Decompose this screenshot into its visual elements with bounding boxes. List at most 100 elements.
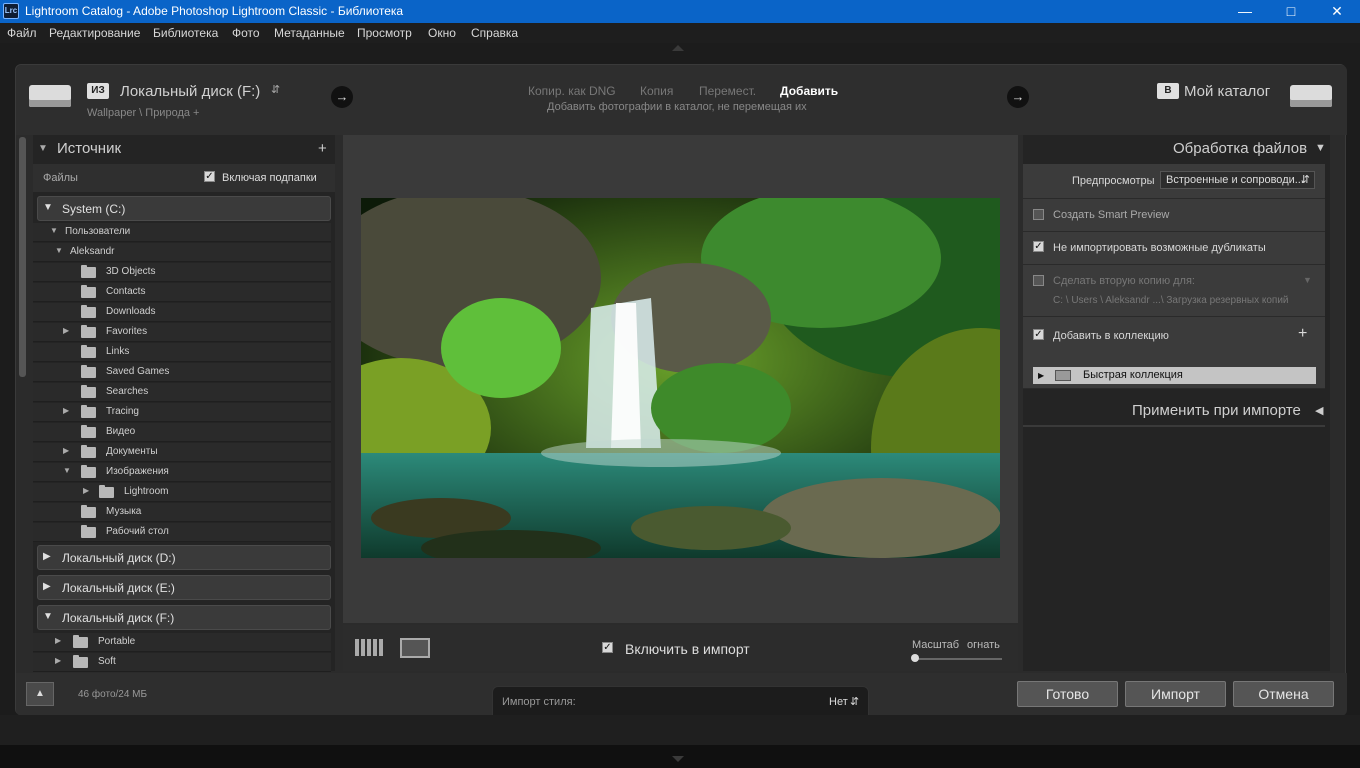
menu-window[interactable]: Окно xyxy=(428,26,456,40)
menu-view[interactable]: Просмотр xyxy=(357,26,412,40)
add-collection-label: Добавить в коллекцию xyxy=(1053,330,1169,342)
add-source-icon[interactable]: + xyxy=(318,140,327,157)
quick-collection-label: Быстрая коллекция xyxy=(1083,369,1183,381)
maximize-button[interactable]: □ xyxy=(1268,0,1314,23)
import-button[interactable]: Импорт xyxy=(1125,681,1226,707)
folder-3d-objects[interactable]: 3D Objects xyxy=(33,263,331,282)
source-select-arrows-icon[interactable]: ⇵ xyxy=(271,83,280,96)
folder-searches[interactable]: Searches xyxy=(33,383,331,402)
folder-lightroom[interactable]: ▶ Lightroom xyxy=(33,483,331,502)
mode-add[interactable]: Добавить xyxy=(780,84,838,98)
folder-icon xyxy=(81,365,96,378)
grid-view-icon[interactable] xyxy=(355,639,385,656)
select-arrows-icon[interactable]: ⇵ xyxy=(850,695,859,708)
folder-label: Searches xyxy=(106,386,149,397)
folder-contacts[interactable]: Contacts xyxy=(33,283,331,302)
folder-desktop[interactable]: Рабочий стол xyxy=(33,523,331,542)
minimize-button[interactable]: — xyxy=(1222,0,1268,23)
menu-metadata[interactable]: Метаданные xyxy=(274,26,345,40)
add-collection-plus-icon[interactable]: + xyxy=(1298,325,1307,343)
source-path[interactable]: Wallpaper \ Природа + xyxy=(87,107,199,119)
previews-row: Предпросмотры Встроенные и сопроводи... ⇵ xyxy=(1023,164,1325,199)
second-copy-label: Сделать вторую копию для: xyxy=(1053,275,1195,287)
loupe-view-icon[interactable] xyxy=(400,638,430,658)
destination-label[interactable]: Мой каталог xyxy=(1184,83,1270,100)
expanded-triangle-icon[interactable]: ▼ xyxy=(63,466,71,475)
second-copy-checkbox[interactable] xyxy=(1033,275,1044,286)
smart-preview-row: Создать Smart Preview xyxy=(1023,199,1325,232)
quick-collection-item[interactable]: ▶ Быстрая коллекция xyxy=(1033,367,1316,384)
dropdown-arrow-icon[interactable]: ▼ xyxy=(1303,275,1312,285)
collapsed-triangle-icon[interactable]: ◀ xyxy=(1315,404,1323,417)
file-handling-title: Обработка файлов xyxy=(1173,140,1308,157)
menu-help[interactable]: Справка xyxy=(471,26,518,40)
zoom-slider[interactable] xyxy=(912,658,1002,660)
folder-saved-games[interactable]: Saved Games xyxy=(33,363,331,382)
previews-select[interactable]: Встроенные и сопроводи... ⇵ xyxy=(1160,171,1315,189)
expand-triangle-icon[interactable]: ▶ xyxy=(63,406,69,415)
volume-d[interactable]: ▶ Локальный диск (D:) xyxy=(37,545,331,570)
expand-triangle-icon[interactable]: ▶ xyxy=(55,636,61,645)
menu-edit[interactable]: Редактирование xyxy=(49,26,140,40)
previews-label: Предпросмотры xyxy=(1072,175,1155,187)
import-preset-bar: Импорт стиля: Нет ⇵ xyxy=(492,686,869,716)
zoom-slider-thumb[interactable] xyxy=(911,654,919,662)
folder-label: Contacts xyxy=(106,286,146,297)
files-label: Файлы xyxy=(43,172,78,184)
close-button[interactable]: ✕ xyxy=(1314,0,1360,23)
mode-copy[interactable]: Копия xyxy=(640,84,673,98)
file-handling-panel: Обработка файлов ▼ Предпросмотры Встроен… xyxy=(1023,135,1330,671)
folder-favorites[interactable]: ▶ Favorites xyxy=(33,323,331,342)
include-in-import-label: Включить в импорт xyxy=(625,641,750,657)
collapse-top-icon[interactable] xyxy=(672,45,684,51)
photo-preview[interactable] xyxy=(361,198,1000,558)
filmstrip-area xyxy=(0,715,1360,745)
folder-icon xyxy=(81,445,96,458)
mode-move[interactable]: Перемест. xyxy=(699,84,756,98)
expand-triangle-icon[interactable]: ▶ xyxy=(63,326,69,335)
expand-triangle-icon[interactable]: ▶ xyxy=(63,446,69,455)
left-panel-scrollbar[interactable] xyxy=(19,137,26,377)
add-collection-checkbox[interactable]: ✓ xyxy=(1033,329,1044,340)
done-button[interactable]: Готово xyxy=(1017,681,1118,707)
from-tag: ИЗ xyxy=(87,83,109,99)
folder-label: Tracing xyxy=(106,406,139,417)
folder-downloads[interactable]: Downloads xyxy=(33,303,331,322)
folder-aleksandr[interactable]: ▼ Aleksandr xyxy=(33,243,331,262)
expand-triangle-icon[interactable]: ▶ xyxy=(55,656,61,665)
menu-library[interactable]: Библиотека xyxy=(153,26,218,40)
no-duplicates-checkbox[interactable]: ✓ xyxy=(1033,241,1044,252)
collapse-triangle-icon[interactable]: ▼ xyxy=(1315,142,1326,154)
volume-c[interactable]: ▼ System (C:) xyxy=(37,196,331,221)
folder-users[interactable]: ▼ Пользователи xyxy=(33,223,331,242)
folder-soft[interactable]: ▶ Soft xyxy=(33,653,331,672)
folder-tracing[interactable]: ▶ Tracing xyxy=(33,403,331,422)
expand-triangle-icon[interactable]: ▶ xyxy=(83,486,89,495)
collapse-triangle-icon[interactable]: ▼ xyxy=(38,143,48,154)
collapse-up-button[interactable]: ▲ xyxy=(26,682,54,706)
import-header: ИЗ Локальный диск (F:) ⇵ Wallpaper \ При… xyxy=(16,65,1347,135)
folder-label: Рабочий стол xyxy=(106,526,169,537)
mode-copy-dng[interactable]: Копир. как DNG xyxy=(528,84,616,98)
volume-f[interactable]: ▼ Локальный диск (F:) xyxy=(37,605,331,630)
folder-links[interactable]: Links xyxy=(33,343,331,362)
smart-preview-checkbox[interactable] xyxy=(1033,209,1044,220)
apply-during-import-title[interactable]: Применить при импорте xyxy=(1132,402,1301,419)
waterfall-photo xyxy=(361,198,1000,558)
volume-e[interactable]: ▶ Локальный диск (E:) xyxy=(37,575,331,600)
collapse-bottom-icon[interactable] xyxy=(672,756,684,762)
folder-portable[interactable]: ▶ Portable xyxy=(33,633,331,652)
folder-music[interactable]: Музыка xyxy=(33,503,331,522)
folder-images[interactable]: ▼ Изображения xyxy=(33,463,331,482)
menu-photo[interactable]: Фото xyxy=(232,26,260,40)
folder-documents[interactable]: ▶ Документы xyxy=(33,443,331,462)
folder-video[interactable]: Видео xyxy=(33,423,331,442)
cancel-button[interactable]: Отмена xyxy=(1233,681,1334,707)
source-panel-title: Источник xyxy=(57,140,122,157)
import-preset-select[interactable]: Нет xyxy=(829,696,848,708)
window-title: Lightroom Catalog - Adobe Photoshop Ligh… xyxy=(25,4,404,18)
menu-file[interactable]: Файл xyxy=(7,26,37,40)
include-subfolders-checkbox[interactable]: ✓ xyxy=(204,171,215,182)
source-drive-select[interactable]: Локальный диск (F:) xyxy=(120,83,260,100)
include-in-import-checkbox[interactable]: ✓ xyxy=(602,642,613,653)
